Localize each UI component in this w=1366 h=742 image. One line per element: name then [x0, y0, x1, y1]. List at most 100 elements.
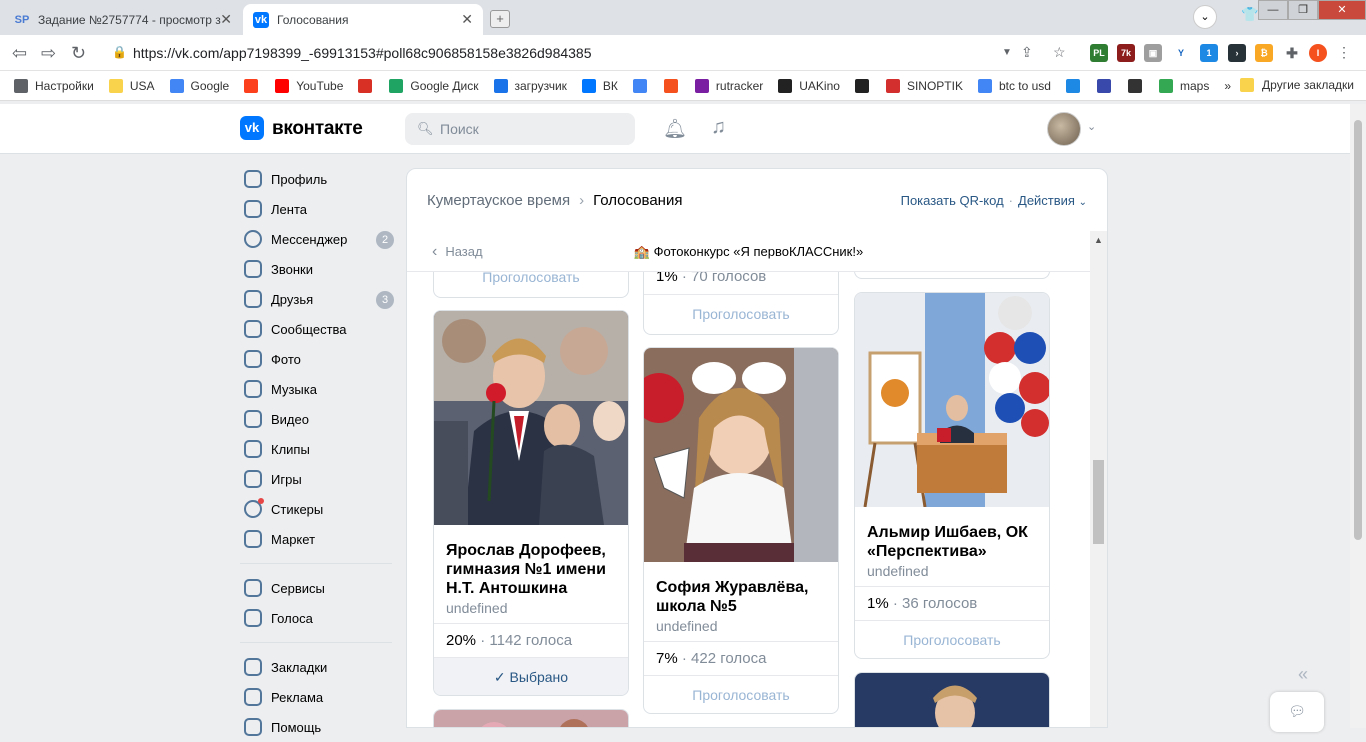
chat-bubble-button[interactable]: 💬︎: [1270, 692, 1324, 732]
tab-close-icon[interactable]: ✕: [220, 11, 232, 28]
scrollbar-thumb[interactable]: [1093, 460, 1104, 544]
bookmark-item[interactable]: btc to usd: [977, 78, 1051, 93]
bookmark-item[interactable]: загрузчик: [493, 78, 567, 93]
bookmark-item[interactable]: Google: [169, 78, 229, 93]
extension-7k-icon[interactable]: 7k: [1117, 44, 1135, 62]
actions-menu[interactable]: Действия: [1018, 193, 1075, 208]
sidebar-item[interactable]: Лента: [240, 194, 400, 224]
chevron-down-icon[interactable]: ⌄: [1079, 197, 1087, 208]
candidate-photo[interactable]: [855, 673, 1049, 728]
bookmark-item[interactable]: YouTube: [275, 78, 343, 93]
bookmarks-overflow-button[interactable]: »: [1224, 79, 1231, 93]
bookmark-item[interactable]: [854, 78, 876, 93]
scrollbar-thumb[interactable]: [1354, 120, 1362, 540]
minimize-button[interactable]: —: [1258, 0, 1288, 20]
extension-pl-icon[interactable]: PL: [1090, 44, 1108, 62]
bookmark-item[interactable]: Настройки: [14, 78, 94, 93]
tab-close-icon[interactable]: ✕: [461, 11, 473, 28]
candidate-photo[interactable]: [434, 710, 628, 728]
bookmark-item[interactable]: [358, 78, 379, 93]
sidebar-item[interactable]: Сервисы: [240, 573, 400, 603]
search-input[interactable]: [440, 113, 630, 145]
background-tab[interactable]: [990, 8, 1110, 28]
candidate-photo[interactable]: [434, 311, 628, 525]
maximize-button[interactable]: ❐: [1288, 0, 1318, 20]
notifications-bell-icon[interactable]: 🔔︎: [663, 117, 687, 141]
sidebar-item[interactable]: Сообщества: [240, 314, 400, 344]
sidebar-item[interactable]: Клипы: [240, 434, 400, 464]
clips-icon: [244, 440, 262, 458]
extension-y-icon[interactable]: Y: [1172, 44, 1190, 62]
chrome-menu-icon[interactable]: ⋮: [1337, 44, 1351, 61]
forward-arrow-icon[interactable]: ⇨: [41, 43, 56, 64]
bookmark-item[interactable]: [1096, 78, 1118, 93]
search-box[interactable]: 🔍︎: [405, 113, 635, 145]
share-icon[interactable]: ⇪: [1021, 44, 1033, 61]
background-tab[interactable]: [860, 8, 980, 28]
scroll-up-icon[interactable]: ▲: [1094, 235, 1103, 245]
bookmark-star-icon[interactable]: ☆: [1053, 44, 1066, 61]
chevron-down-icon[interactable]: ⌄: [1087, 120, 1096, 133]
bookmark-item[interactable]: rutracker: [694, 78, 763, 93]
bookmark-item[interactable]: [632, 78, 654, 93]
sidebar-item[interactable]: Стикеры: [240, 494, 400, 524]
collapse-chats-icon[interactable]: «: [1298, 664, 1308, 685]
bookmark-item[interactable]: UAKino: [778, 78, 840, 93]
candidate-photo[interactable]: [855, 293, 1049, 508]
music-note-icon[interactable]: ♫: [711, 116, 726, 139]
omnibox-dropdown-icon[interactable]: ▼: [1002, 47, 1012, 58]
profile-avatar-icon[interactable]: I: [1309, 44, 1327, 62]
extension-bitcoin-icon[interactable]: ₿: [1255, 44, 1273, 62]
show-qr-link[interactable]: Показать QR-код: [901, 193, 1004, 208]
extension-gray-icon[interactable]: ▣: [1144, 44, 1162, 62]
extension-terminal-icon[interactable]: ›: [1228, 44, 1246, 62]
sidebar-item[interactable]: Помощь: [240, 712, 400, 742]
reload-icon[interactable]: ↻: [71, 43, 86, 64]
bookmark-item[interactable]: [663, 78, 685, 93]
sidebar-item[interactable]: Профиль: [240, 164, 400, 194]
bookmark-item[interactable]: USA: [108, 78, 155, 93]
sidebar-item[interactable]: Видео: [240, 404, 400, 434]
bookmark-item[interactable]: SINOPTIK: [885, 78, 963, 93]
bookmark-item[interactable]: maps: [1158, 78, 1209, 93]
candidate-photo[interactable]: [644, 348, 838, 562]
tab-golosovaniya[interactable]: vk Голосования ✕: [243, 4, 483, 35]
other-bookmarks[interactable]: Другие закладки: [1240, 78, 1354, 92]
bookmark-item[interactable]: [244, 78, 265, 93]
sidebar-item[interactable]: Маркет: [240, 524, 400, 554]
close-window-button[interactable]: ✕: [1318, 0, 1366, 20]
sidebar-item[interactable]: Мессенджер 2: [240, 224, 400, 254]
bookmark-item[interactable]: Google Диск: [389, 78, 479, 93]
chosen-button[interactable]: ✓ Выбрано: [434, 657, 628, 695]
background-tab[interactable]: [600, 8, 720, 28]
extension-blue-icon[interactable]: 1: [1200, 44, 1218, 62]
tab-search-chevron-icon[interactable]: ⌄: [1193, 5, 1217, 29]
puzzle-icon[interactable]: ✚: [1283, 44, 1301, 62]
vk-logo-icon[interactable]: vk: [240, 116, 264, 140]
sidebar-item[interactable]: Друзья 3: [240, 284, 400, 314]
new-tab-button[interactable]: +: [490, 10, 510, 28]
avatar[interactable]: [1047, 112, 1081, 146]
sidebar-item[interactable]: Звонки: [240, 254, 400, 284]
url-field[interactable]: https://vk.com/app7198399_-69913153#poll…: [133, 45, 592, 61]
vote-button[interactable]: Проголосовать: [855, 620, 1049, 658]
back-arrow-icon[interactable]: ⇦: [12, 43, 27, 64]
background-tab[interactable]: [730, 8, 850, 28]
sidebar-item[interactable]: Игры: [240, 464, 400, 494]
new-dot: [258, 498, 264, 504]
breadcrumb-parent-link[interactable]: Кумертауское время: [427, 192, 570, 209]
sidebar-item[interactable]: Реклама: [240, 682, 400, 712]
sidebar-item[interactable]: Музыка: [240, 374, 400, 404]
vk-logo-text[interactable]: вконтакте: [272, 118, 363, 140]
sidebar-item[interactable]: Голоса: [240, 603, 400, 633]
vote-button[interactable]: Проголосовать: [644, 294, 838, 332]
bookmark-item[interactable]: [1065, 78, 1087, 93]
vote-button[interactable]: Проголосовать: [644, 675, 838, 713]
sidebar-item[interactable]: Фото: [240, 344, 400, 374]
page-scrollbar[interactable]: [1350, 104, 1366, 728]
poll-scrollbar[interactable]: ▲: [1090, 231, 1107, 727]
tab-zadanie[interactable]: SP Задание №2757774 - просмотр з ✕: [4, 4, 242, 35]
bookmark-item[interactable]: ВК: [581, 78, 618, 93]
sidebar-item[interactable]: Закладки: [240, 652, 400, 682]
bookmark-item[interactable]: [1127, 78, 1149, 93]
